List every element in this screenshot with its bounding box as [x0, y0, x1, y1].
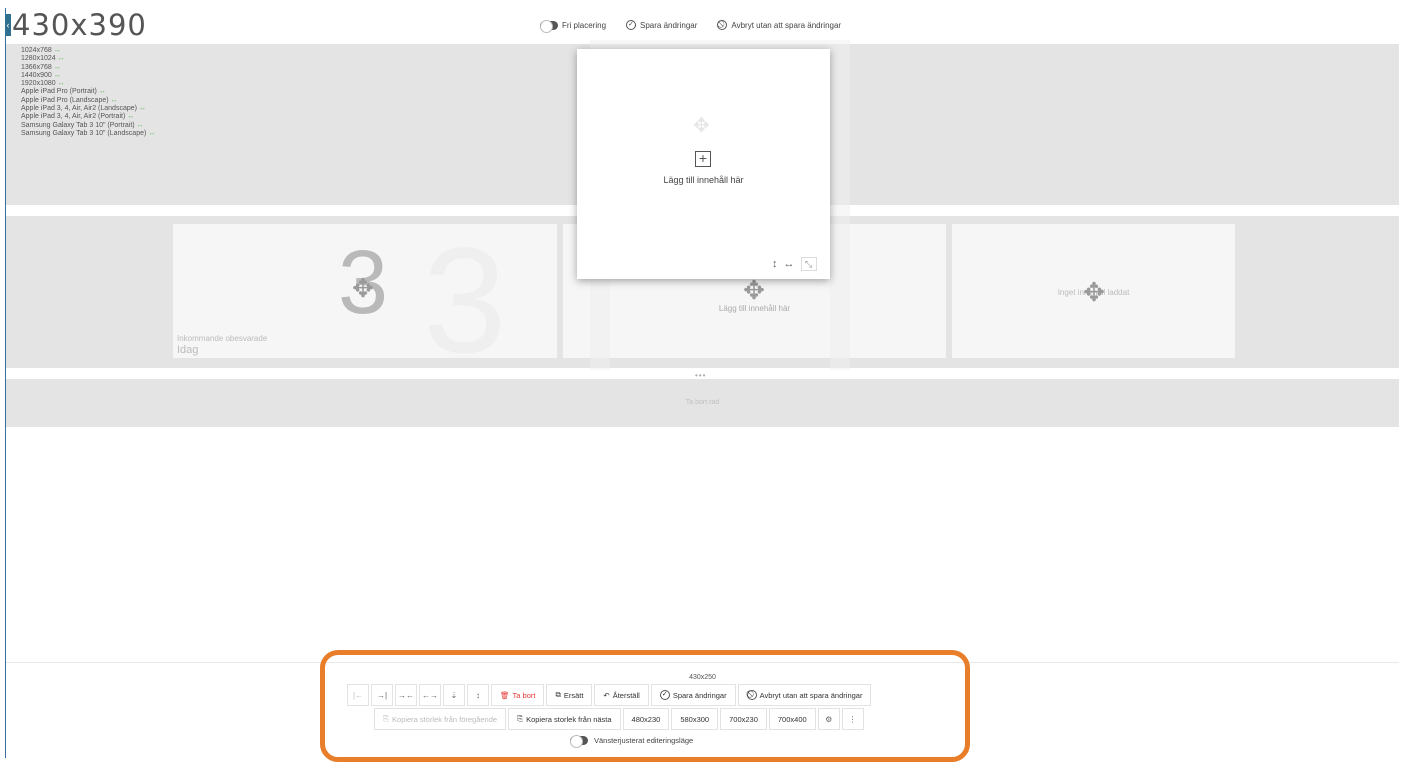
resolution-item[interactable]: Apple iPad Pro (Landscape) ↔ [21, 97, 155, 105]
resolution-list: 1024x768 ↔ 1280x1024 ↔ 1366x768 ↔ 1440x900 ↔… [21, 47, 155, 138]
popup-resize-tools: ↕ ↔ ⤡ [772, 257, 817, 271]
collapse-tab[interactable]: ‹ [5, 14, 11, 36]
link-icon[interactable]: ↔ [54, 72, 61, 79]
link-icon[interactable]: ↔ [148, 130, 155, 137]
resolution-item[interactable]: Apple iPad Pro (Portrait) ↔ [21, 88, 155, 96]
resolution-item[interactable]: 1024x768 ↔ [21, 47, 155, 55]
resolution-item[interactable]: Samsung Galaxy Tab 3 10" (Landscape) ↔ [21, 130, 155, 138]
row-resize-handle[interactable]: ••• [695, 371, 706, 380]
row-band-bottom[interactable]: Ta bort rad [6, 379, 1399, 427]
free-placement-label: Fri placering [562, 20, 607, 30]
resolution-item[interactable]: 1440x900 ↔ [21, 72, 155, 80]
remove-row-label[interactable]: Ta bort rad [6, 399, 1399, 406]
widget-card-noload[interactable]: Inget innehåll laddat ✥ [952, 224, 1235, 358]
move-icon[interactable]: ✥ [1080, 278, 1108, 306]
resize-diagonal-icon[interactable]: ⤡ [800, 257, 817, 271]
save-label: Spara ändringar [640, 20, 698, 30]
stat-subcaption: Idag [177, 344, 199, 356]
link-icon[interactable]: ↔ [58, 80, 65, 87]
page-title: 430x390 [12, 8, 147, 42]
resolution-item[interactable]: Apple iPad 3, 4, Air, Air2 (Landscape) ↔ [21, 105, 155, 113]
stat-caption: Inkommande obesvarade [177, 334, 268, 343]
add-content-button[interactable]: + [695, 151, 711, 167]
link-icon[interactable]: ↔ [127, 113, 134, 120]
link-icon[interactable]: ↔ [137, 122, 144, 129]
watermark-number: 3 [423, 224, 507, 358]
link-icon[interactable]: ↔ [54, 64, 61, 71]
move-icon[interactable]: ✥ [693, 113, 710, 138]
resize-vertical-icon[interactable]: ↕ [772, 258, 778, 270]
link-icon[interactable]: ↔ [54, 47, 61, 54]
check-circle-icon: ✓ [626, 20, 637, 30]
resolution-item[interactable]: Samsung Galaxy Tab 3 10" (Portrait) ↔ [21, 122, 155, 130]
highlight-frame [320, 650, 970, 762]
resolution-item[interactable]: 1366x768 ↔ [21, 64, 155, 72]
add-content-text[interactable]: Lägg till innehåll här [577, 175, 830, 185]
widget-card-stat[interactable]: 3 3 ✥ Inkommande obesvarade Idag [173, 224, 557, 358]
toggle-icon [540, 19, 558, 33]
resize-horizontal-icon[interactable]: ↔ [784, 258, 795, 270]
save-button[interactable]: ✓ Spara ändringar [626, 20, 697, 30]
resolution-item[interactable]: 1920x1080 ↔ [21, 80, 155, 88]
widget-edit-popup[interactable]: ✥ + Lägg till innehåll här ↕ ↔ ⤡ [577, 49, 830, 279]
move-icon[interactable]: ✥ [349, 274, 377, 302]
link-icon[interactable]: ↔ [99, 88, 106, 95]
free-placement-toggle[interactable]: Fri placering [540, 19, 607, 33]
cancel-button[interactable]: ⃠ Avbryt utan att spara ändringar [717, 20, 841, 30]
resolution-item[interactable]: 1280x1024 ↔ [21, 55, 155, 63]
ban-icon: ⃠ [717, 20, 728, 30]
top-toolbar: Fri placering ✓ Spara ändringar ⃠ Avbryt… [540, 19, 841, 33]
page: ‹ 430x390 Fri placering ✓ Spara ändringa… [0, 0, 1405, 763]
link-icon[interactable]: ↔ [111, 97, 118, 104]
resolution-item[interactable]: Apple iPad 3, 4, Air, Air2 (Portrait) ↔ [21, 113, 155, 121]
link-icon[interactable]: ↔ [139, 105, 146, 112]
link-icon[interactable]: ↔ [58, 55, 65, 62]
cancel-label: Avbryt utan att spara ändringar [731, 20, 842, 30]
